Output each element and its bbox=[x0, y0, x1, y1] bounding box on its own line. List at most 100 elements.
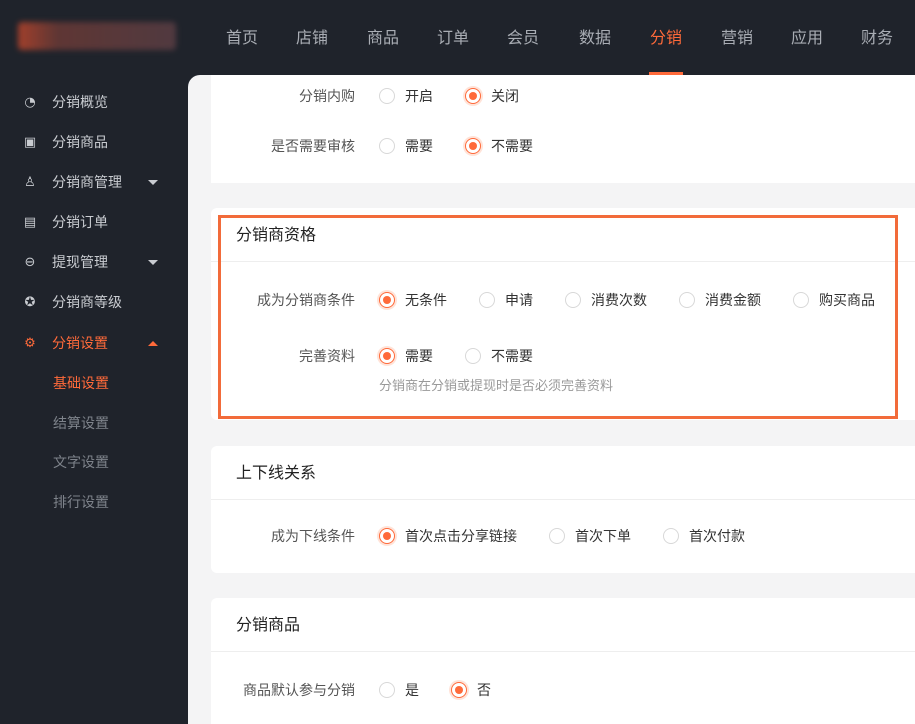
nav-tab[interactable]: 商品 bbox=[358, 0, 408, 75]
radio-button[interactable] bbox=[793, 292, 809, 308]
radio-label: 需要 bbox=[405, 349, 433, 365]
radio-button[interactable] bbox=[451, 682, 467, 698]
form-label: 完善资料 bbox=[299, 349, 355, 365]
card-purchase: 分销内购 开启 关闭是否需要审核 需要 不需要 bbox=[211, 75, 915, 183]
radio-option[interactable]: 无条件 bbox=[379, 290, 447, 310]
radio-label: 首次付款 bbox=[689, 529, 745, 545]
radio-button[interactable] bbox=[663, 528, 679, 544]
pie-chart-icon: ◔ bbox=[24, 94, 36, 110]
radio-label: 不需要 bbox=[491, 139, 533, 155]
radio-option[interactable]: 需要 bbox=[379, 136, 433, 156]
radio-option[interactable]: 不需要 bbox=[465, 346, 533, 366]
radio-button[interactable] bbox=[465, 138, 481, 154]
sidebar-item-withdraw[interactable]: ⊖ 提现管理 bbox=[22, 250, 172, 274]
nav-tab[interactable]: 首页 bbox=[217, 0, 267, 75]
radio-button[interactable] bbox=[379, 138, 395, 154]
sidebar-item-distributor-manage[interactable]: ♙ 分销商管理 bbox=[22, 170, 172, 194]
nav-tab[interactable]: 营销 bbox=[712, 0, 762, 75]
radio-option[interactable]: 消费次数 bbox=[565, 290, 647, 310]
form-label: 是否需要审核 bbox=[271, 139, 355, 155]
chevron-down-icon bbox=[148, 259, 158, 265]
goods-icon: ▣ bbox=[23, 134, 37, 150]
nav-tab[interactable]: 店铺 bbox=[287, 0, 337, 75]
sidebar-item-overview[interactable]: ◔ 分销概览 bbox=[22, 90, 172, 114]
radio-button[interactable] bbox=[379, 88, 395, 104]
user-icon: ♙ bbox=[24, 174, 36, 190]
radio-button[interactable] bbox=[465, 88, 481, 104]
radio-option[interactable]: 申请 bbox=[479, 290, 533, 310]
radio-option[interactable]: 首次点击分享链接 bbox=[379, 526, 517, 546]
sidebar-item-settings[interactable]: ⚙ 分销设置 bbox=[22, 331, 172, 355]
form-label: 成为下线条件 bbox=[271, 529, 355, 545]
radio-option[interactable]: 购买商品 bbox=[793, 290, 875, 310]
radio-label: 消费次数 bbox=[591, 293, 647, 309]
radio-label: 关闭 bbox=[491, 89, 519, 105]
hint-text: 分销商在分销或提现时是否必须完善资料 bbox=[379, 379, 614, 394]
radio-button[interactable] bbox=[479, 292, 495, 308]
radio-button[interactable] bbox=[379, 292, 395, 308]
sub-ranking-settings[interactable]: 排行设置 bbox=[53, 492, 109, 512]
radio-button[interactable] bbox=[379, 682, 395, 698]
label: 分销商品 bbox=[52, 135, 108, 151]
label: 分销订单 bbox=[52, 215, 108, 231]
radio-label: 开启 bbox=[405, 89, 433, 105]
form-label: 分销内购 bbox=[299, 89, 355, 105]
radio-option[interactable]: 关闭 bbox=[465, 86, 519, 106]
sub-text-settings[interactable]: 文字设置 bbox=[53, 452, 109, 472]
radio-label: 需要 bbox=[405, 139, 433, 155]
radio-label: 消费金额 bbox=[705, 293, 761, 309]
radio-button[interactable] bbox=[679, 292, 695, 308]
card-distributor-qualification: 分销商资格 成为分销商条件 无条件 申请 消费次数 消费金额 购买商品 完善资料 需要 不需要 分销… bbox=[211, 208, 915, 420]
nav-tab[interactable]: 订单 bbox=[428, 0, 478, 75]
form-row: 成为下线条件 首次点击分享链接 首次下单 首次付款 bbox=[211, 526, 777, 546]
nav-tab[interactable]: 分销 bbox=[641, 0, 691, 75]
chevron-up-icon bbox=[148, 340, 158, 346]
radio-option[interactable]: 不需要 bbox=[465, 136, 533, 156]
withdraw-icon: ⊖ bbox=[24, 254, 36, 270]
nav-tab[interactable]: 会员 bbox=[498, 0, 548, 75]
radio-label: 首次点击分享链接 bbox=[405, 529, 517, 545]
logo[interactable] bbox=[18, 22, 176, 50]
sidebar: ◔ 分销概览 ▣ 分销商品 ♙ 分销商管理 ▤ 分销订单 ⊖ 提现管理 ✪ 分销商等级 ⚙ 分… bbox=[0, 75, 188, 724]
section-title: 上下线关系 bbox=[211, 446, 915, 500]
sub-basic-settings[interactable]: 基础设置 bbox=[53, 373, 109, 393]
label: 分销商管理 bbox=[52, 175, 122, 191]
form-row: 完善资料 需要 不需要 bbox=[211, 346, 565, 366]
form-row: 是否需要审核 需要 不需要 bbox=[211, 136, 565, 156]
top-bar: 首页 店铺 商品 订单 会员 数据 分销 营销 应用 财务 bbox=[0, 0, 915, 75]
nav-tab[interactable]: 财务 bbox=[852, 0, 902, 75]
medal-icon: ✪ bbox=[24, 294, 36, 310]
radio-option[interactable]: 否 bbox=[451, 680, 491, 700]
chevron-down-icon bbox=[148, 179, 158, 185]
sidebar-item-orders[interactable]: ▤ 分销订单 bbox=[22, 210, 172, 234]
label: 提现管理 bbox=[52, 255, 108, 271]
radio-button[interactable] bbox=[379, 348, 395, 364]
radio-label: 是 bbox=[405, 683, 419, 699]
label: 分销设置 bbox=[52, 336, 108, 352]
radio-label: 否 bbox=[477, 683, 491, 699]
gear-icon: ⚙ bbox=[24, 335, 36, 351]
radio-option[interactable]: 首次下单 bbox=[549, 526, 631, 546]
radio-button[interactable] bbox=[549, 528, 565, 544]
form-row: 成为分销商条件 无条件 申请 消费次数 消费金额 购买商品 bbox=[211, 290, 907, 310]
sidebar-item-goods[interactable]: ▣ 分销商品 bbox=[22, 130, 172, 154]
form-label: 商品默认参与分销 bbox=[243, 683, 355, 699]
radio-label: 购买商品 bbox=[819, 293, 875, 309]
sub-settlement-settings[interactable]: 结算设置 bbox=[53, 413, 109, 433]
radio-button[interactable] bbox=[379, 528, 395, 544]
radio-option[interactable]: 需要 bbox=[379, 346, 433, 366]
radio-option[interactable]: 首次付款 bbox=[663, 526, 745, 546]
sidebar-item-levels[interactable]: ✪ 分销商等级 bbox=[22, 290, 172, 314]
nav-tab[interactable]: 应用 bbox=[782, 0, 832, 75]
radio-button[interactable] bbox=[465, 348, 481, 364]
radio-label: 首次下单 bbox=[575, 529, 631, 545]
radio-option[interactable]: 是 bbox=[379, 680, 419, 700]
radio-option[interactable]: 开启 bbox=[379, 86, 433, 106]
main-content: 分销内购 开启 关闭 是否需要审核 需要 不需要 分销商资格 成为分销商条件 无条件 申请 消费次… bbox=[188, 75, 915, 724]
radio-option[interactable]: 消费金额 bbox=[679, 290, 761, 310]
radio-label: 无条件 bbox=[405, 293, 447, 309]
nav-tab[interactable]: 数据 bbox=[570, 0, 620, 75]
radio-button[interactable] bbox=[565, 292, 581, 308]
label: 分销商等级 bbox=[52, 295, 122, 311]
form-label: 成为分销商条件 bbox=[257, 293, 355, 309]
